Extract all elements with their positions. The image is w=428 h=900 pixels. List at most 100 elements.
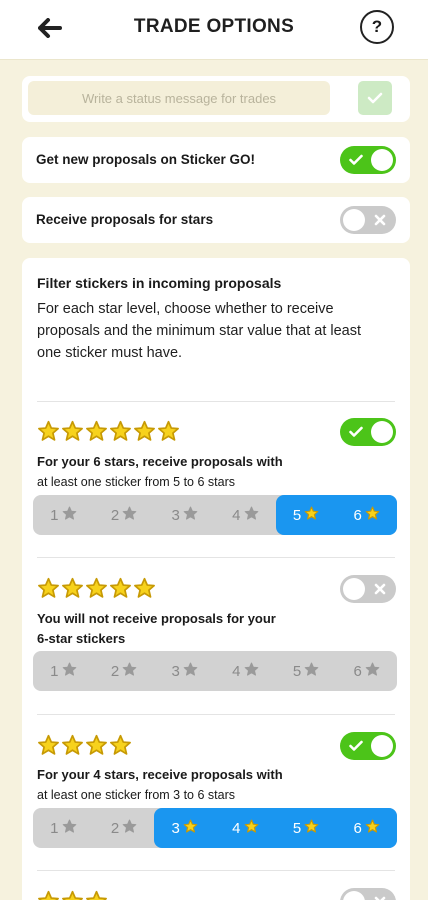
star-icon (183, 662, 198, 681)
star-option-label: 2 (110, 819, 120, 837)
star-option-label: 3 (171, 662, 180, 680)
star-icon (183, 506, 198, 525)
level-4-line1: For your 4 stars, receive proposals with (37, 767, 283, 782)
star-icon (109, 577, 132, 601)
filter-title: Filter stickers in incoming proposals (37, 275, 282, 291)
divider (37, 401, 395, 402)
star-icon (62, 662, 77, 681)
star-option-label: 2 (110, 506, 120, 524)
toggle-knob (343, 891, 365, 900)
star-option-label: 6 (353, 819, 362, 837)
star-option-4[interactable]: 4 (215, 495, 276, 535)
status-message-card (22, 76, 410, 122)
star-option-label: 1 (50, 506, 59, 524)
divider (37, 714, 395, 715)
level-5-toggle[interactable] (340, 575, 396, 603)
status-submit-button[interactable] (358, 81, 392, 115)
level-6-star-selector[interactable]: 1 2 3 4 5 6 (33, 495, 398, 535)
sticker-go-toggle[interactable] (340, 146, 396, 174)
check-icon (345, 732, 367, 760)
star-option-6[interactable]: 6 (336, 808, 398, 848)
star-option-1[interactable]: 1 (33, 808, 94, 848)
star-option-3[interactable]: 3 (154, 495, 215, 535)
star-icon (157, 420, 180, 444)
star-option-3[interactable]: 3 (154, 651, 215, 691)
star-option-label: 2 (110, 662, 120, 680)
star-option-2[interactable]: 2 (94, 808, 155, 848)
star-icon (183, 819, 198, 838)
star-option-1[interactable]: 1 (33, 495, 94, 535)
help-button[interactable]: ? (360, 10, 394, 44)
level-6-line2: at least one sticker from 5 to 6 stars (37, 475, 235, 489)
star-option-label: 4 (232, 819, 241, 837)
close-icon (369, 575, 391, 603)
star-option-4[interactable]: 4 (215, 651, 276, 691)
toggle-knob (343, 578, 365, 600)
star-icon (85, 577, 108, 601)
star-option-6[interactable]: 6 (336, 495, 398, 535)
star-icon (304, 506, 319, 525)
level-4-toggle[interactable] (340, 732, 396, 760)
divider (37, 557, 395, 558)
level-4-star-selector[interactable]: 1 2 3 4 5 6 (33, 808, 398, 848)
level-6-toggle[interactable] (340, 418, 396, 446)
star-icon (85, 890, 108, 900)
check-icon (345, 146, 367, 174)
star-icon (122, 662, 137, 681)
level-5-line1: You will not receive proposals for your (37, 611, 276, 626)
star-icon (365, 506, 380, 525)
star-icon (244, 662, 259, 681)
level-4-description: For your 4 stars, receive proposals with… (37, 765, 337, 805)
star-icon (109, 420, 132, 444)
star-icon (122, 819, 137, 838)
star-option-5[interactable]: 5 (276, 651, 337, 691)
star-option-4[interactable]: 4 (215, 808, 276, 848)
level-5-star-selector[interactable]: 1 2 3 4 5 6 (33, 651, 397, 691)
level-5-description: You will not receive proposals for your … (37, 609, 337, 649)
star-icon (365, 819, 380, 838)
star-option-2[interactable]: 2 (94, 651, 155, 691)
star-icon (61, 890, 84, 900)
star-rating-6 (37, 420, 180, 444)
star-option-6[interactable]: 6 (336, 651, 397, 691)
star-option-label: 5 (292, 819, 302, 837)
level-5-line2: 6-star stickers (37, 631, 126, 646)
setting-row-sticker-go: Get new proposals on Sticker GO! (22, 137, 410, 183)
star-rating-3 (37, 890, 108, 900)
star-icon (304, 819, 319, 838)
star-icon (62, 819, 77, 838)
check-icon (367, 92, 383, 104)
star-icon (304, 662, 319, 681)
star-icon (37, 420, 60, 444)
star-option-3[interactable]: 3 (154, 808, 216, 848)
star-option-5[interactable]: 5 (275, 808, 337, 848)
star-icon (85, 734, 108, 758)
star-icon (85, 420, 108, 444)
star-icon (244, 819, 259, 838)
setting-row-stars: Receive proposals for stars (22, 197, 410, 243)
toggle-knob (343, 209, 365, 231)
star-option-label: 6 (353, 506, 362, 524)
star-icon (37, 577, 60, 601)
filter-card: Filter stickers in incoming proposals Fo… (22, 258, 410, 900)
star-option-label: 4 (232, 662, 241, 680)
star-icon (133, 577, 156, 601)
star-option-label: 6 (353, 662, 362, 680)
setting-label: Receive proposals for stars (36, 212, 214, 227)
level-3-toggle[interactable] (340, 888, 396, 900)
setting-label: Get new proposals on Sticker GO! (36, 152, 256, 167)
star-option-label: 3 (171, 506, 180, 524)
stars-proposals-toggle[interactable] (340, 206, 396, 234)
filter-description: For each star level, choose whether to r… (37, 301, 361, 361)
star-option-5[interactable]: 5 (275, 495, 337, 535)
star-option-2[interactable]: 2 (94, 495, 155, 535)
star-rating-4 (37, 734, 132, 758)
star-option-label: 4 (232, 506, 241, 524)
status-message-input[interactable] (28, 81, 330, 115)
star-option-1[interactable]: 1 (33, 651, 94, 691)
star-icon (62, 506, 77, 525)
star-icon (109, 734, 132, 758)
close-icon (369, 888, 391, 900)
check-icon (345, 418, 367, 446)
level-6-line1: For your 6 stars, receive proposals with (37, 454, 283, 469)
